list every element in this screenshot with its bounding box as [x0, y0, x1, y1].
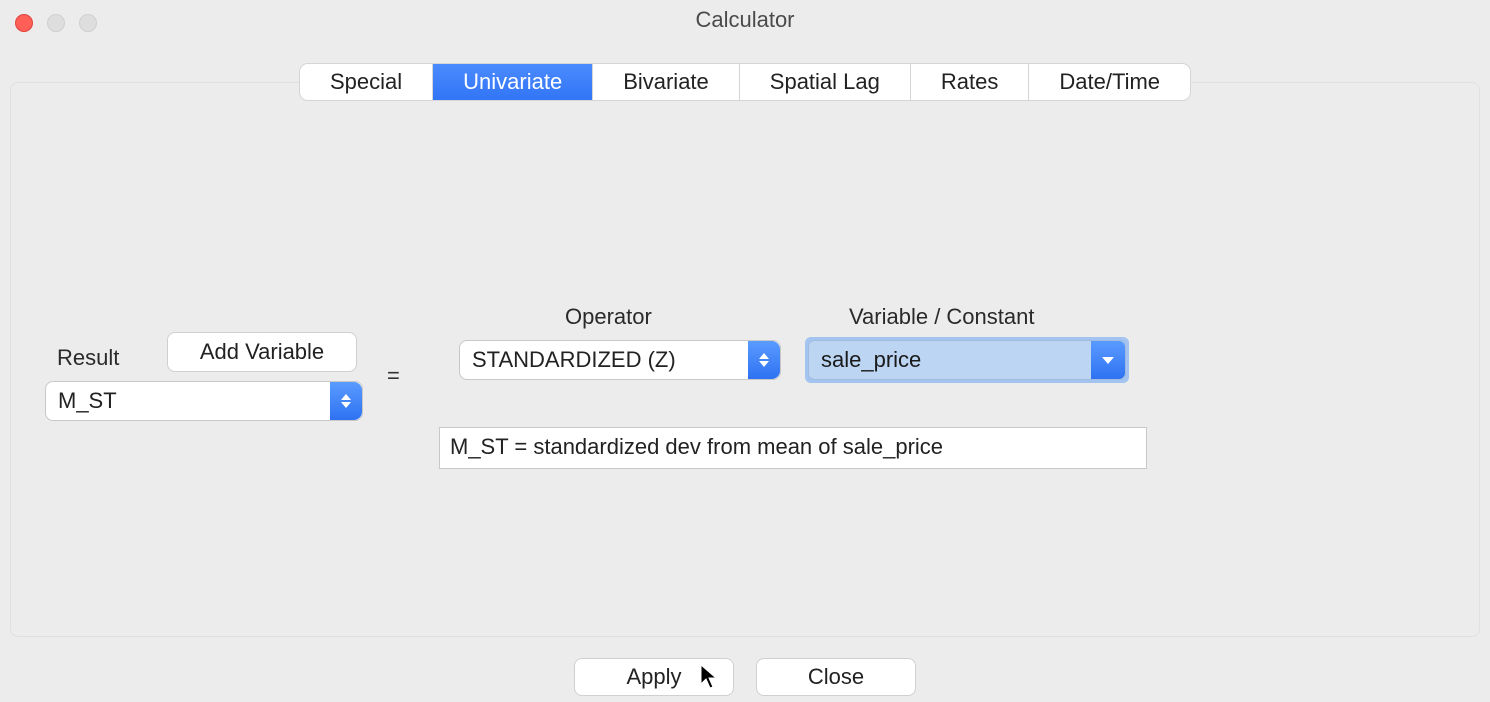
stepper-icon [748, 341, 780, 379]
apply-button[interactable]: Apply [574, 658, 734, 696]
content-panel: Result Add Variable M_ST = Operator STAN… [10, 82, 1480, 637]
calculator-window: Calculator Special Univariate Bivariate … [0, 0, 1490, 702]
zoom-window-button[interactable] [79, 14, 97, 32]
equals-sign: = [387, 363, 400, 389]
traffic-lights [15, 14, 97, 32]
segmented-control: Special Univariate Bivariate Spatial Lag… [300, 64, 1190, 100]
tab-bar: Special Univariate Bivariate Spatial Lag… [0, 64, 1490, 100]
footer-buttons: Apply Close [0, 658, 1490, 696]
window-title: Calculator [15, 7, 1475, 33]
tab-date-time[interactable]: Date/Time [1029, 64, 1190, 100]
stepper-icon [330, 382, 362, 420]
tab-spatial-lag[interactable]: Spatial Lag [740, 64, 911, 100]
variable-combobox[interactable]: sale_price [805, 337, 1129, 383]
add-variable-button[interactable]: Add Variable [167, 332, 357, 372]
operator-label: Operator [565, 304, 652, 330]
result-select-value: M_ST [46, 388, 330, 414]
result-select[interactable]: M_ST [45, 381, 363, 421]
operator-select[interactable]: STANDARDIZED (Z) [459, 340, 781, 380]
result-label: Result [57, 345, 119, 371]
variable-combobox-value: sale_price [809, 347, 1091, 373]
titlebar: Calculator [0, 0, 1490, 40]
variable-label: Variable / Constant [849, 304, 1034, 330]
tab-bivariate[interactable]: Bivariate [593, 64, 740, 100]
chevron-down-icon [1091, 341, 1125, 379]
close-button[interactable]: Close [756, 658, 916, 696]
minimize-window-button[interactable] [47, 14, 65, 32]
operator-select-value: STANDARDIZED (Z) [460, 347, 748, 373]
formula-display: M_ST = standardized dev from mean of sal… [439, 427, 1147, 469]
tab-univariate[interactable]: Univariate [433, 64, 593, 100]
tab-rates[interactable]: Rates [911, 64, 1029, 100]
tab-special[interactable]: Special [300, 64, 433, 100]
close-window-button[interactable] [15, 14, 33, 32]
